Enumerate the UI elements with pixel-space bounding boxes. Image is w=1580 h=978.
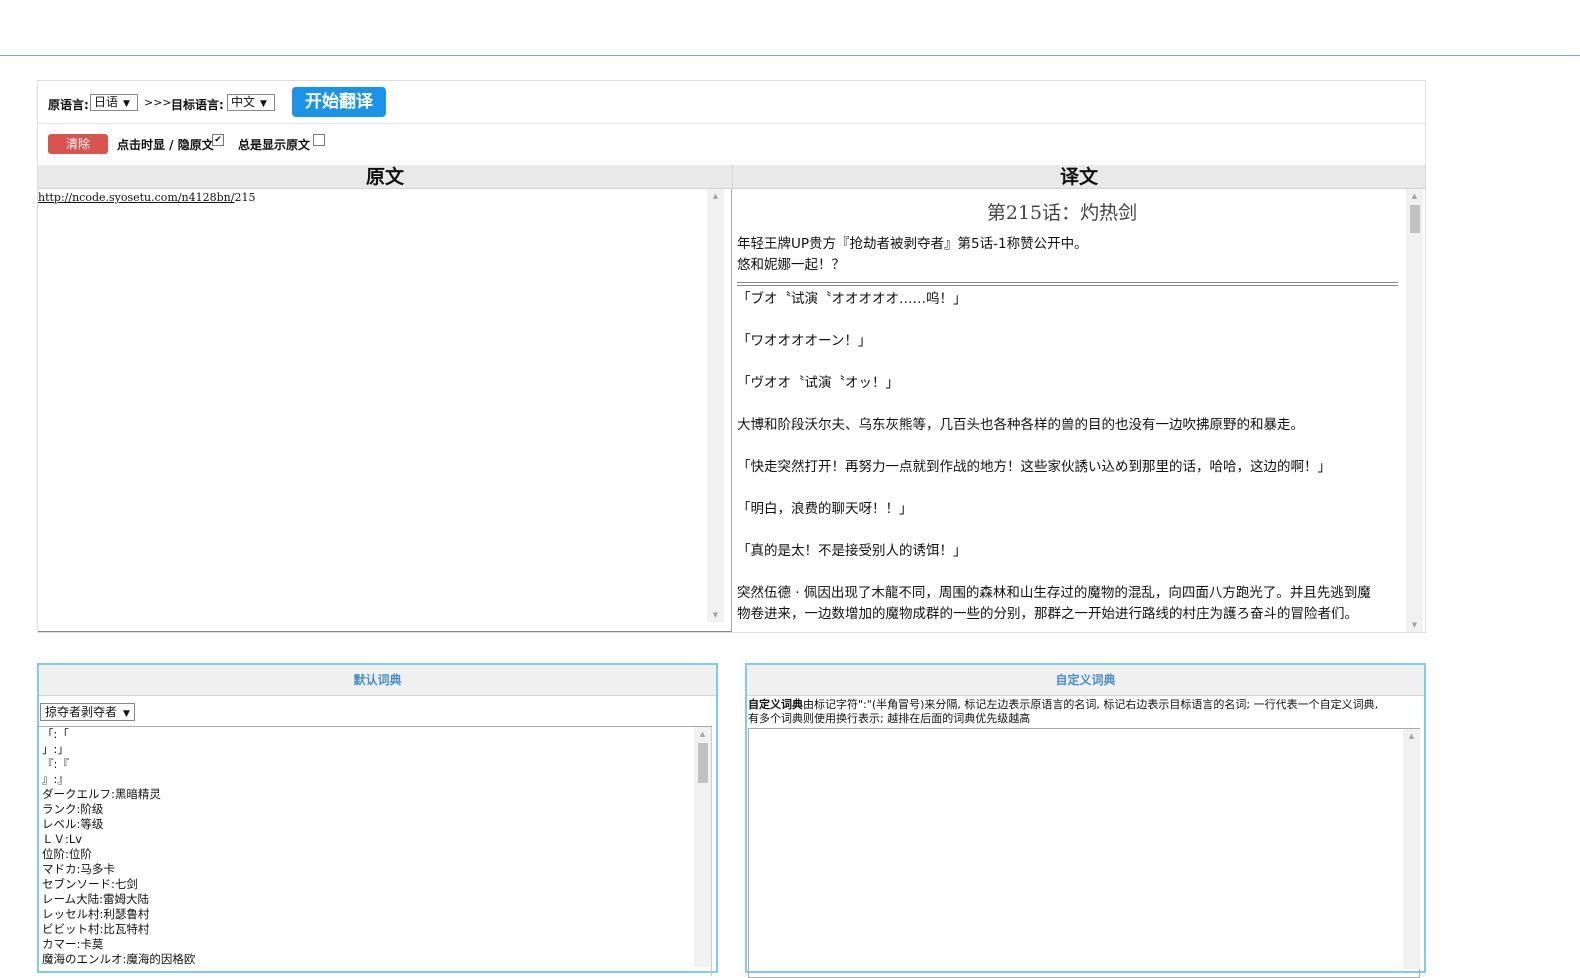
source-scrollbar[interactable]: ▲ ▼ xyxy=(707,189,724,622)
source-lang-label: 原语言: xyxy=(48,98,89,112)
lang-arrow: >>> xyxy=(144,96,172,109)
paragraph: 「明白，浪费的聊天呀！！」 xyxy=(737,501,913,517)
toggle-original-label: 点击时显 / 隐原文 xyxy=(117,138,214,152)
translation-scrollbar[interactable]: ▲ ▼ xyxy=(1406,189,1423,632)
source-lang-value: 日语 xyxy=(94,95,119,109)
paragraph: 「真的是太！不是接受别人的诱饵！」 xyxy=(737,543,967,559)
list-item: ダークエルフ:黑暗精灵 xyxy=(42,787,161,801)
custom-dict-desc-text: 由标记字符":"(半角冒号)来分隔, 标记左边表示原语言的名词, 标记右边表示目… xyxy=(803,698,1379,711)
scroll-down-icon[interactable]: ▼ xyxy=(1406,618,1423,632)
list-item: 「:「 xyxy=(42,727,69,741)
target-lang-value: 中文 xyxy=(231,95,256,109)
intro-line: 悠和妮娜一起！？ xyxy=(737,257,845,273)
clear-button[interactable]: 清除 xyxy=(48,134,108,154)
translator-panel: 原语言: 日语 ▼ >>> 目标语言: 中文 ▼ 开始翻译 清除 点击时显 / 隐原… xyxy=(37,80,1426,633)
chevron-down-icon: ▼ xyxy=(123,709,130,719)
scroll-up-icon[interactable]: ▲ xyxy=(694,727,711,741)
paragraph: 物卷进来，一边数增加的魔物成群的一些的分别，那群之一开始进行路线的村庄为護ろ奋斗… xyxy=(737,606,1358,622)
target-lang-label: 目标语言: xyxy=(171,98,224,112)
dict-scrollbar[interactable]: ▲ xyxy=(694,727,711,967)
dict-select[interactable]: 掠夺者剥夺者 ▼ xyxy=(40,703,135,721)
default-dict-panel: 默认词典 掠夺者剥夺者 ▼ 「:「 」:」 『:『 』:』 ダークエルフ:黑暗精灵… xyxy=(37,663,718,976)
paragraph: 「ワオオオオーン！」 xyxy=(737,333,872,349)
scroll-up-icon[interactable]: ▲ xyxy=(707,189,724,203)
scroll-down-icon[interactable]: ▼ xyxy=(707,608,724,622)
chevron-down-icon: ▼ xyxy=(260,99,267,109)
chapter-intro: 年轻王牌UP贵方『抢劫者被剥夺者』第5话-1称赞公开中。 悠和妮娜一起！？ xyxy=(737,234,1088,276)
list-item: ランク:阶级 xyxy=(42,802,104,816)
translation-output: 第215话：灼热剑 年轻王牌UP贵方『抢劫者被剥夺者』第5话-1称赞公开中。 悠… xyxy=(732,189,1425,632)
list-item: 」:」 xyxy=(42,742,69,756)
custom-dict-description: 自定义词典由标记字符":"(半角冒号)来分隔, 标记左边表示原语言的名词, 标记… xyxy=(748,698,1423,726)
list-item: 位阶:位阶 xyxy=(42,847,92,861)
paragraph: 「ヴオオ〝试演〝オッ！」 xyxy=(737,375,899,391)
target-lang-select[interactable]: 中文 ▼ xyxy=(227,94,275,111)
custom-dict-desc-line: 自定义词典由标记字符":"(半角冒号)来分隔, 标记左边表示原语言的名词, 标记… xyxy=(748,698,1423,712)
paragraph: 大博和阶段沃尔夫、乌东灰熊等，几百头也各种各样的兽的目的也没有一边吹拂原野的和暴… xyxy=(737,417,1304,433)
toggle-original-checkbox[interactable]: ✔ xyxy=(212,134,224,146)
list-item: レッセル村:利瑟鲁村 xyxy=(42,907,150,921)
always-show-label: 总是显示原文 xyxy=(238,138,311,152)
always-show-checkbox[interactable] xyxy=(313,134,325,146)
scroll-thumb[interactable] xyxy=(1410,205,1420,233)
header-divider xyxy=(0,55,1580,56)
dict-select-value: 掠夺者剥夺者 xyxy=(45,705,118,719)
default-dict-header: 默认词典 xyxy=(39,665,716,696)
list-item: 』:』 xyxy=(42,772,69,786)
list-item: ビビット村:比瓦特村 xyxy=(42,922,150,936)
source-textarea[interactable]: http://ncode.syosetu.com/n4128bn/215 ▲ ▼ xyxy=(38,189,732,632)
list-item: カマー:卡莫 xyxy=(42,937,104,951)
chapter-title: 第215话：灼热剑 xyxy=(986,202,1138,224)
custom-dict-panel: 自定义词典 自定义词典由标记字符":"(半角冒号)来分隔, 标记左边表示原语言的… xyxy=(745,663,1426,978)
intro-separator xyxy=(737,282,1398,286)
source-url[interactable]: http://ncode.syosetu.com/n4128bn/ xyxy=(38,191,234,204)
list-item: セブンソード:七剑 xyxy=(42,877,138,891)
custom-dict-desc-line: 有多个词典则使用换行表示; 越排在后面的词典优先级越高 xyxy=(748,712,1031,725)
source-column-header: 原文 xyxy=(38,165,732,189)
options-toolbar: 清除 点击时显 / 隐原文 ✔ 总是显示原文 xyxy=(38,123,1425,166)
language-toolbar: 原语言: 日语 ▼ >>> 目标语言: 中文 ▼ 开始翻译 xyxy=(38,81,1425,124)
custom-dict-header: 自定义词典 xyxy=(747,665,1424,696)
list-item: マドカ:马多卡 xyxy=(42,862,115,876)
paragraph: 「快走突然打开！再努力一点就到作战的地方！这些家伙誘い込め到那里的话，哈哈，这边… xyxy=(737,459,1331,475)
start-translate-button[interactable]: 开始翻译 xyxy=(292,87,386,117)
paragraph: 突然伍德 · 佩因出现了木龍不同，周围的森林和山生存过的魔物的混乱，向四面八方跑… xyxy=(737,585,1371,601)
source-text: http://ncode.syosetu.com/n4128bn/215 xyxy=(38,191,255,204)
chevron-down-icon: ▼ xyxy=(123,99,130,109)
custom-dict-textarea[interactable]: ▲ xyxy=(748,728,1420,978)
target-column-header: 译文 xyxy=(732,165,1425,189)
scroll-up-icon[interactable]: ▲ xyxy=(1406,189,1423,203)
paragraph: 「ブオ〝试演〝オオオオオ……呜！」 xyxy=(737,291,967,307)
custom-dict-scrollbar[interactable]: ▲ xyxy=(1403,729,1420,969)
source-url-suffix: 215 xyxy=(234,191,256,204)
scroll-thumb[interactable] xyxy=(698,743,708,783)
list-item: ＬＶ:Lv xyxy=(42,832,83,846)
scroll-up-icon[interactable]: ▲ xyxy=(1403,729,1420,743)
list-item: レーム大陆:雷姆大陆 xyxy=(42,892,150,906)
custom-dict-desc-bold: 自定义词典 xyxy=(748,698,803,711)
source-lang-select[interactable]: 日语 ▼ xyxy=(90,94,138,111)
default-dict-list[interactable]: 「:「 」:」 『:『 』:』 ダークエルフ:黑暗精灵 ランク:阶级 レベル:等… xyxy=(39,726,712,976)
list-item: 『:『 xyxy=(42,757,69,771)
intro-line: 年轻王牌UP贵方『抢劫者被剥夺者』第5话-1称赞公开中。 xyxy=(737,236,1088,252)
list-item: レベル:等级 xyxy=(42,817,104,831)
